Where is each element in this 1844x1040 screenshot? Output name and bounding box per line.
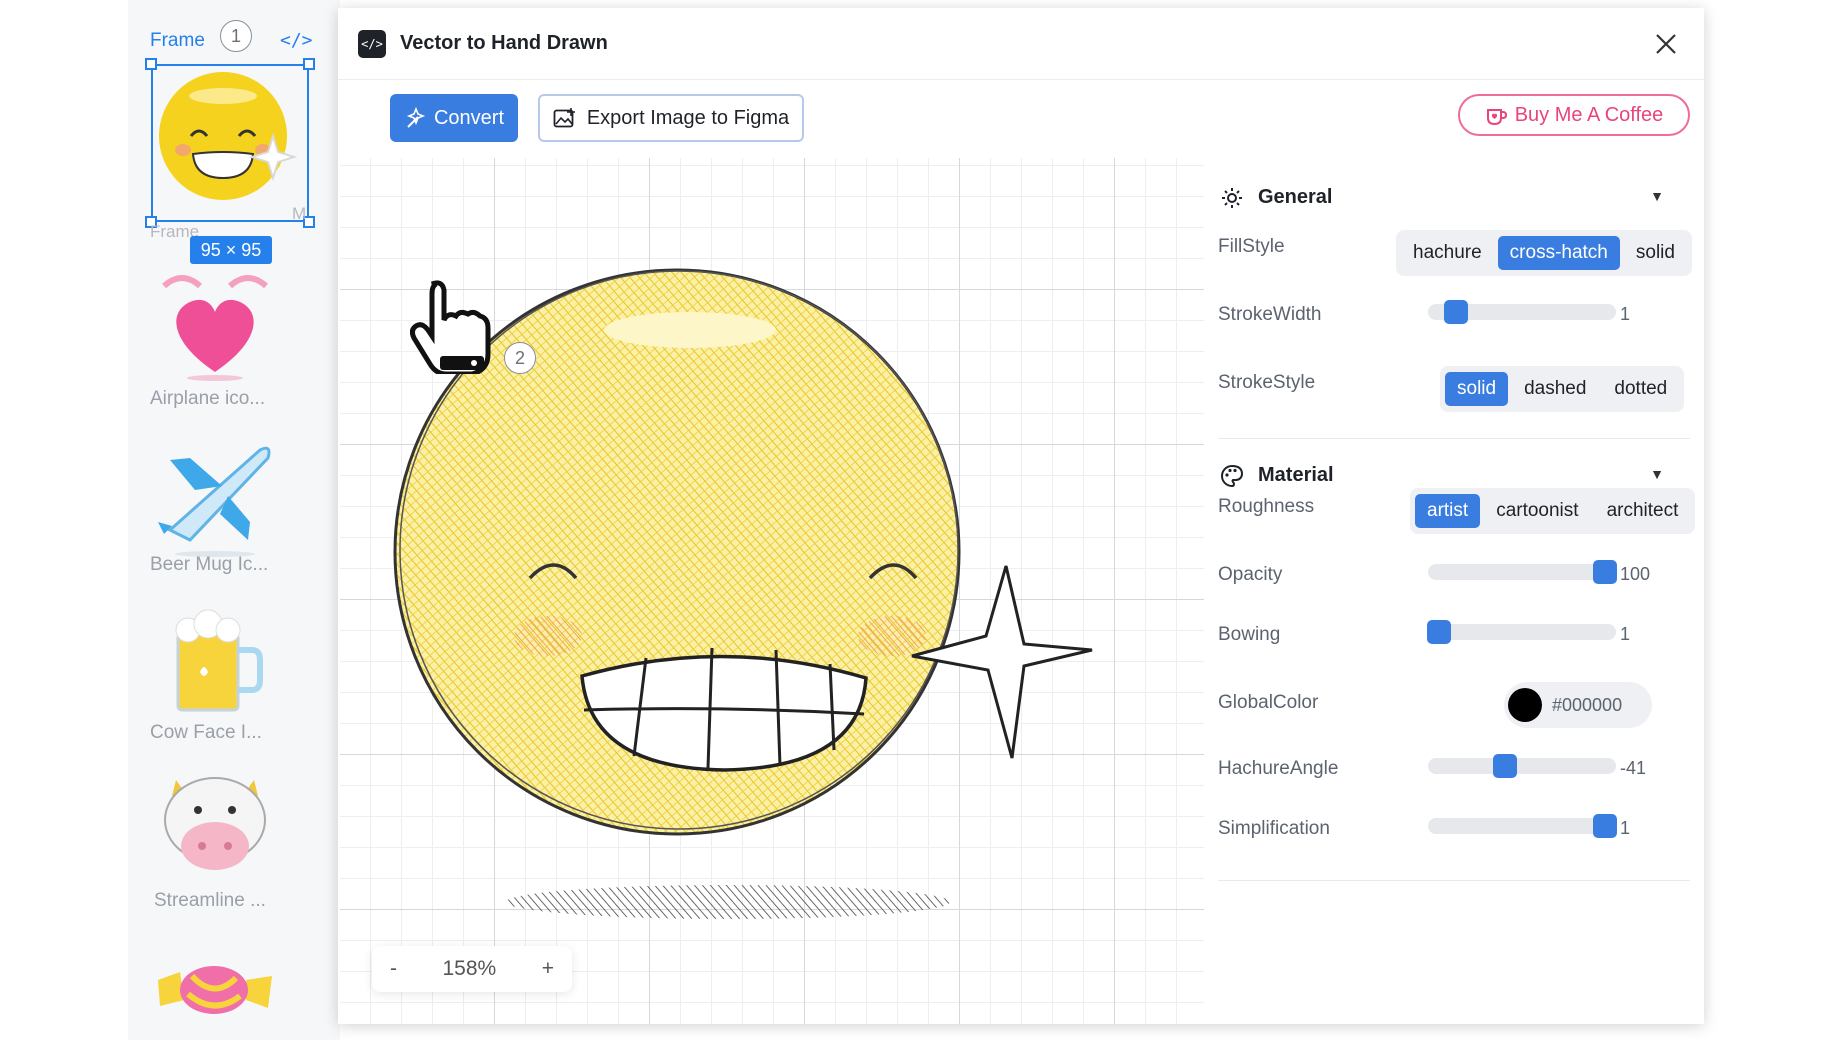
simplification-slider[interactable] bbox=[1428, 814, 1617, 838]
export-image-button[interactable]: Export Image to Figma bbox=[538, 94, 804, 142]
hand-cursor-icon bbox=[410, 280, 491, 374]
slider-knob[interactable] bbox=[1427, 620, 1452, 644]
code-icon[interactable]: </> bbox=[280, 30, 313, 51]
strokewidth-label: StrokeWidth bbox=[1218, 304, 1322, 325]
slider-knob[interactable] bbox=[1592, 560, 1617, 584]
globalcolor-picker[interactable]: #000000 bbox=[1504, 682, 1652, 728]
globalcolor-hex: #000000 bbox=[1552, 694, 1623, 715]
layer-label: Cow Face I... bbox=[150, 722, 262, 743]
selection-handle[interactable] bbox=[303, 58, 315, 70]
layer-label: Streamline ... bbox=[154, 890, 266, 911]
roughness-label: Roughness bbox=[1218, 496, 1315, 517]
fillstyle-option-cross-hatch[interactable]: cross-hatch bbox=[1497, 236, 1620, 270]
layer-label: Airplane ico... bbox=[150, 388, 266, 409]
close-button[interactable] bbox=[1650, 28, 1682, 60]
zoom-control: - 158% + bbox=[372, 946, 572, 992]
strokestyle-option-dashed[interactable]: dashed bbox=[1512, 372, 1598, 406]
grinning-emoji-thumbnail bbox=[159, 72, 298, 200]
strokestyle-label: StrokeStyle bbox=[1218, 372, 1316, 393]
roughness-option-architect[interactable]: architect bbox=[1595, 494, 1691, 528]
hachureangle-label: HachureAngle bbox=[1218, 758, 1339, 779]
magic-wand-icon bbox=[406, 107, 426, 128]
beer-mug-icon bbox=[175, 609, 263, 712]
convert-button[interactable]: Convert bbox=[390, 94, 518, 142]
bowing-value: 1 bbox=[1620, 624, 1631, 644]
settings-panel: General ▼ FillStyle hachure cross-hatch … bbox=[1218, 158, 1698, 1024]
opacity-slider[interactable] bbox=[1428, 560, 1617, 584]
slider-knob[interactable] bbox=[1592, 814, 1617, 838]
general-title: General bbox=[1258, 186, 1333, 208]
layer-label: Beer Mug Ic... bbox=[150, 554, 269, 575]
plugin-title: Vector to Hand Drawn bbox=[400, 32, 608, 54]
general-section-header[interactable]: General ▼ bbox=[1218, 178, 1690, 218]
export-label: Export Image to Figma bbox=[586, 106, 790, 129]
airplane-thumbnail[interactable]: Beer Mug Ic... bbox=[150, 430, 280, 575]
zoom-level: 158% bbox=[442, 957, 497, 980]
step-2-badge: 2 bbox=[504, 342, 536, 374]
zoom-in-button[interactable]: + bbox=[542, 957, 554, 981]
slider-knob[interactable] bbox=[1444, 300, 1469, 324]
opacity-value: 100 bbox=[1620, 564, 1651, 584]
strokestyle-segmented-control: solid dashed dotted bbox=[1440, 366, 1685, 412]
roughness-segmented-control: artist cartoonist architect bbox=[1410, 488, 1696, 534]
chevron-down-icon: ▼ bbox=[1650, 466, 1664, 482]
frame-header: Frame 1 </> bbox=[150, 20, 320, 56]
candy-thumbnail[interactable] bbox=[150, 950, 280, 1030]
size-tag: 95 × 95 bbox=[190, 236, 272, 264]
simplification-value: 1 bbox=[1620, 818, 1631, 838]
title-bar: </> Vector to Hand Drawn bbox=[338, 8, 1704, 80]
globalcolor-label: GlobalColor bbox=[1218, 692, 1319, 713]
convert-label: Convert bbox=[433, 106, 505, 129]
strokestyle-option-dotted[interactable]: dotted bbox=[1602, 372, 1679, 406]
cow-face-thumbnail[interactable]: Streamline ... bbox=[150, 762, 280, 911]
fillstyle-option-hachure[interactable]: hachure bbox=[1401, 236, 1494, 270]
section-divider bbox=[1218, 438, 1690, 439]
image-export-icon bbox=[553, 108, 575, 128]
palette-icon bbox=[1221, 464, 1244, 488]
bowing-label: Bowing bbox=[1218, 624, 1281, 645]
preview-canvas[interactable]: 2 - 158% + bbox=[340, 158, 1204, 1024]
coffee-cup-icon bbox=[1486, 109, 1507, 126]
gear-icon bbox=[1222, 188, 1242, 208]
airplane-icon bbox=[158, 446, 271, 557]
strokewidth-value: 1 bbox=[1620, 304, 1631, 324]
coffee-label: Buy Me A Coffee bbox=[1514, 103, 1664, 126]
heart-thumbnail[interactable]: Airplane ico... bbox=[150, 262, 280, 409]
bowing-slider[interactable] bbox=[1427, 620, 1616, 644]
section-divider bbox=[1218, 880, 1690, 881]
zoom-out-button[interactable]: - bbox=[390, 957, 397, 981]
ghost-m-label: M bbox=[292, 204, 307, 223]
color-swatch[interactable] bbox=[1508, 688, 1542, 722]
selected-frame[interactable] bbox=[151, 64, 309, 222]
frame-label[interactable]: Frame bbox=[150, 30, 205, 52]
selection-handle[interactable] bbox=[145, 58, 157, 70]
cow-face-icon bbox=[164, 777, 266, 870]
beer-mug-thumbnail[interactable]: Cow Face I... bbox=[150, 594, 280, 743]
hachureangle-value: -41 bbox=[1620, 758, 1647, 778]
fillstyle-label: FillStyle bbox=[1218, 236, 1285, 257]
roughness-option-artist[interactable]: artist bbox=[1415, 494, 1481, 528]
opacity-label: Opacity bbox=[1218, 564, 1283, 585]
strokestyle-option-solid[interactable]: solid bbox=[1445, 372, 1509, 406]
roughness-option-cartoonist[interactable]: cartoonist bbox=[1484, 494, 1590, 528]
simplification-label: Simplification bbox=[1218, 818, 1330, 839]
fillstyle-option-solid[interactable]: solid bbox=[1624, 236, 1687, 270]
close-icon bbox=[1656, 34, 1676, 54]
heart-icon bbox=[162, 275, 268, 381]
material-title: Material bbox=[1258, 464, 1334, 486]
plugin-window: </> Vector to Hand Drawn Convert Export … bbox=[338, 8, 1704, 1024]
chevron-down-icon: ▼ bbox=[1650, 188, 1664, 204]
buy-me-a-coffee-button[interactable]: Buy Me A Coffee bbox=[1458, 94, 1690, 136]
plugin-code-icon: </> bbox=[358, 30, 386, 58]
candy-icon bbox=[158, 966, 272, 1014]
strokewidth-slider[interactable] bbox=[1428, 300, 1616, 324]
hachureangle-slider[interactable] bbox=[1428, 754, 1616, 778]
slider-knob[interactable] bbox=[1493, 754, 1518, 778]
step-1-badge: 1 bbox=[220, 20, 252, 52]
fillstyle-segmented-control: hachure cross-hatch solid bbox=[1396, 230, 1692, 276]
